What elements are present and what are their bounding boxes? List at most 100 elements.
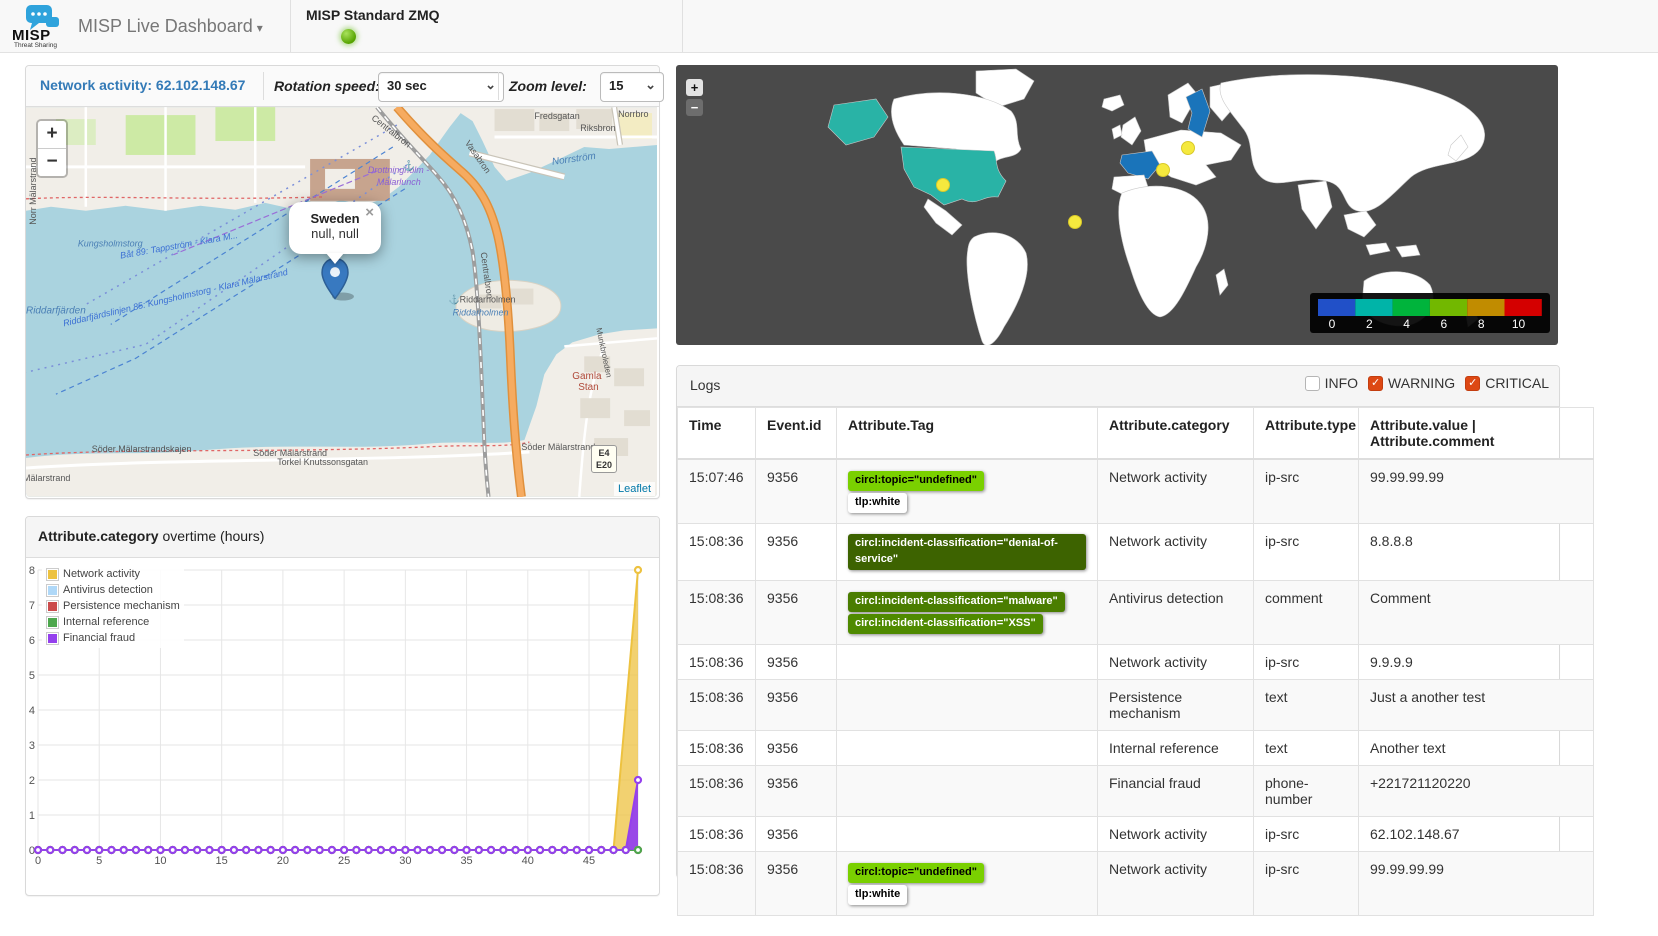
data-point: [96, 847, 102, 853]
log-filters: INFO ✓WARNING ✓CRITICAL: [1305, 375, 1549, 391]
data-point: [635, 847, 641, 853]
country-indonesia[interactable]: [1366, 243, 1390, 255]
country-sweden[interactable]: [1186, 89, 1210, 137]
building: [580, 398, 610, 418]
leaflet-attribution[interactable]: Leaflet: [614, 482, 655, 496]
filter-critical[interactable]: ✓CRITICAL: [1465, 375, 1549, 391]
table-cell: 15:08:36: [678, 851, 756, 915]
continent-africa[interactable]: [1119, 186, 1208, 317]
legend-color-box: [46, 600, 59, 613]
world-map-svg: 0246810: [676, 65, 1558, 345]
legend-tick-label: 4: [1403, 317, 1410, 331]
checkbox-checked-icon[interactable]: ✓: [1368, 376, 1383, 391]
checkbox-checked-icon[interactable]: ✓: [1465, 376, 1480, 391]
country-india[interactable]: [1298, 181, 1332, 229]
table-cell: Financial fraud: [1098, 765, 1254, 816]
svg-text:2: 2: [29, 775, 35, 787]
country-indonesia-east[interactable]: [1396, 245, 1420, 257]
svg-text:1: 1: [29, 810, 35, 822]
table-cell: Comment: [1359, 580, 1594, 644]
filter-warning[interactable]: ✓WARNING: [1368, 375, 1455, 391]
rotation-speed-select[interactable]: 30 sec⌄: [378, 72, 504, 102]
table-cell: Internal reference: [1098, 730, 1254, 765]
world-map[interactable]: 0246810 + −: [676, 65, 1558, 345]
logs-panel: Logs INFO✓WARNING✓CRITICAL TimeEvent.idA…: [676, 365, 1560, 878]
zoom-in-button[interactable]: +: [686, 79, 703, 96]
country-ireland[interactable]: [1112, 125, 1122, 139]
data-point: [243, 847, 249, 853]
map-popup: × Sweden null, null: [289, 202, 381, 254]
misp-logo[interactable]: MISP Threat Sharing: [12, 3, 64, 50]
filter-label: INFO: [1325, 375, 1358, 391]
checkbox-unchecked-icon[interactable]: [1305, 376, 1320, 391]
data-point: [304, 847, 310, 853]
attribute-tag[interactable]: circl:topic="undefined": [848, 471, 984, 491]
zmq-status-dot: [341, 29, 356, 44]
attribute-tag[interactable]: circl:incident-classification="denial-of…: [848, 534, 1086, 570]
brand-dropdown[interactable]: MISP Live Dashboard▾: [78, 16, 263, 37]
park: [215, 107, 275, 141]
svg-text:0: 0: [35, 855, 41, 867]
chart-title: Attribute.category overtime (hours): [38, 528, 264, 544]
city-map-tiles: Norr MälarstrandKungsholmstorgRiddarfjär…: [26, 107, 657, 497]
country-uk[interactable]: [1121, 117, 1141, 145]
country-france[interactable]: [1120, 151, 1160, 179]
data-point: [415, 847, 421, 853]
zoom-in-button[interactable]: +: [38, 121, 66, 149]
legend-item: Persistence mechanism: [46, 598, 180, 614]
attribute-tag[interactable]: tlp:white: [848, 885, 907, 905]
caret-down-icon: ▾: [257, 21, 263, 35]
svg-text:5: 5: [96, 855, 102, 867]
country-united-states[interactable]: [901, 147, 1006, 205]
popup-close-icon[interactable]: ×: [365, 204, 374, 221]
data-point: [145, 847, 151, 853]
map-label: Riddarholmen: [453, 307, 509, 317]
activity-dot-west-africa[interactable]: [1069, 216, 1082, 229]
table-cell: 9356: [756, 523, 837, 580]
table-row: 15:08:369356circl:incident-classificatio…: [678, 523, 1594, 580]
zoom-out-button[interactable]: −: [38, 149, 66, 176]
map-label: Söder Mälarstrandskajen: [92, 444, 192, 454]
data-point: [194, 847, 200, 853]
table-cell: 9356: [756, 644, 837, 679]
legend-tick-label: 8: [1478, 317, 1485, 331]
park: [126, 115, 196, 155]
city-map[interactable]: Norr MälarstrandKungsholmstorgRiddarfjär…: [26, 107, 657, 497]
map-label: Torkel Knutssonsgatan: [277, 457, 368, 467]
table-cell: ip-src: [1254, 816, 1359, 851]
table-cell: phone-number: [1254, 765, 1359, 816]
activity-dot-united-states[interactable]: [937, 179, 950, 192]
tags-cell: circl:topic="undefined"tlp:white: [837, 851, 1098, 915]
attribute-tag[interactable]: circl:topic="undefined": [848, 863, 984, 883]
legend-label: Financial fraud: [63, 632, 135, 644]
zoom-level-select[interactable]: 15⌄: [600, 72, 664, 102]
table-cell: 15:08:36: [678, 580, 756, 644]
region-central-europe[interactable]: [1144, 130, 1241, 185]
attribute-tag[interactable]: circl:incident-classification="XSS": [848, 614, 1043, 634]
data-point: [635, 777, 641, 783]
table-row: 15:08:369356Network activityip-src62.102…: [678, 816, 1594, 851]
activity-dot-sweden[interactable]: [1182, 142, 1195, 155]
filter-info[interactable]: INFO: [1305, 375, 1358, 391]
country-iceland[interactable]: [1102, 95, 1124, 111]
chevron-down-icon: ⌄: [645, 72, 656, 98]
region-southeast-asia[interactable]: [1344, 211, 1376, 237]
legend-item: Financial fraud: [46, 630, 180, 646]
tags-cell: circl:topic="undefined"tlp:white: [837, 459, 1098, 523]
activity-dot-france[interactable]: [1157, 164, 1170, 177]
attribute-tag[interactable]: circl:incident-classification="malware": [848, 592, 1065, 612]
zoom-out-button[interactable]: −: [686, 99, 703, 116]
svg-text:10: 10: [154, 855, 166, 867]
svg-text:35: 35: [460, 855, 472, 867]
table-cell: Network activity: [1098, 459, 1254, 523]
table-cell: 99.99.99.99: [1359, 459, 1594, 523]
country-madagascar[interactable]: [1216, 269, 1228, 295]
continent-asia[interactable]: [1220, 75, 1485, 212]
data-point: [182, 847, 188, 853]
country-alaska[interactable]: [828, 99, 888, 145]
table-cell: ip-src: [1254, 644, 1359, 679]
attribute-tag[interactable]: tlp:white: [848, 493, 907, 513]
data-point: [329, 847, 335, 853]
country-south-america[interactable]: [967, 233, 1028, 345]
data-point: [635, 567, 641, 573]
